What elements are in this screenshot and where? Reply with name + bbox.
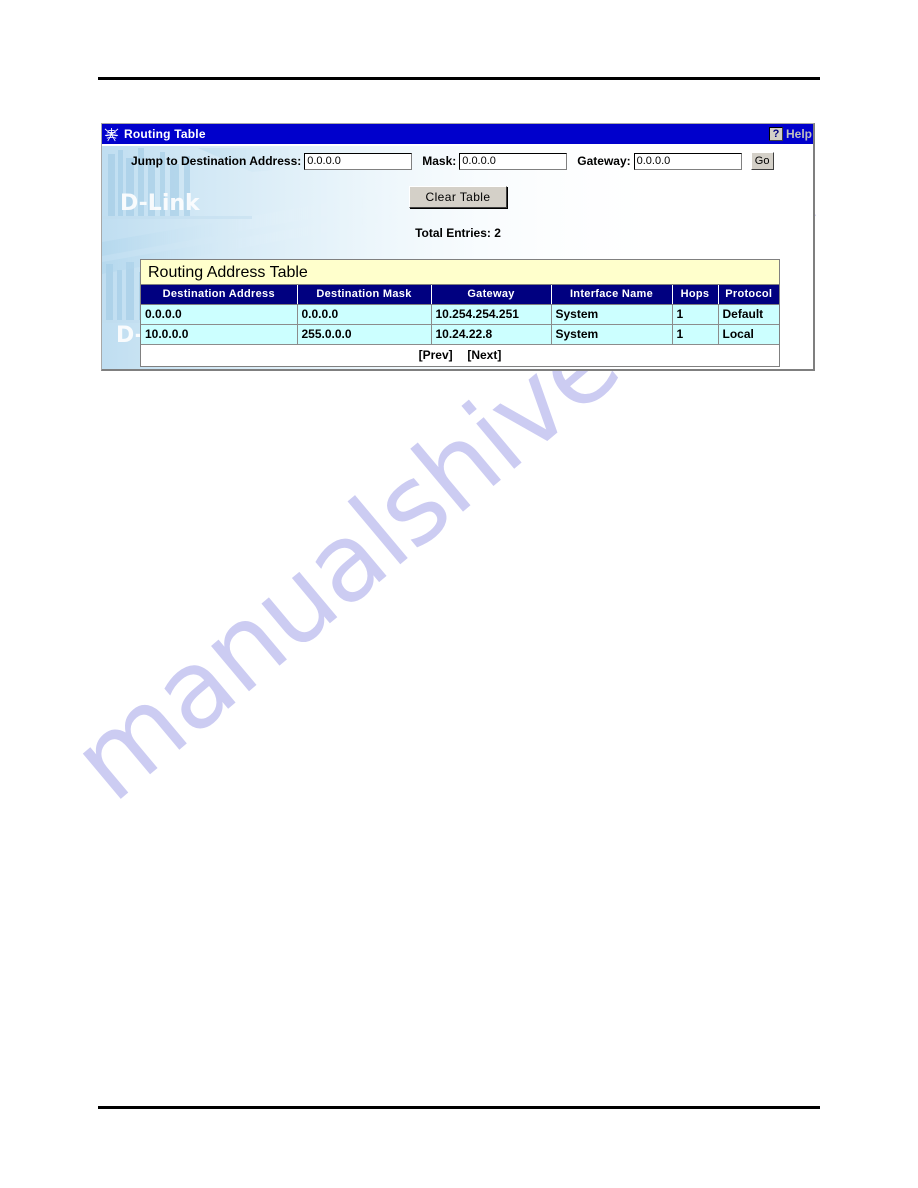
page-header-rule (98, 77, 820, 80)
routing-table-panel: D-Link D-Link Routing Table ? Help (101, 123, 815, 371)
column-header-destination-mask: Destination Mask (297, 285, 432, 305)
routing-table: Destination Address Destination Mask Gat… (141, 285, 779, 344)
jump-form-row: Jump to Destination Address: Mask: Gatew… (102, 148, 813, 174)
clear-table-row: Clear Table (102, 186, 813, 208)
cell-destination-address: 10.0.0.0 (141, 324, 298, 344)
panel-titlebar: Routing Table ? Help (102, 124, 813, 144)
cell-destination-mask: 255.0.0.0 (297, 324, 432, 344)
cell-destination-mask: 0.0.0.0 (297, 304, 432, 325)
gateway-input[interactable] (633, 152, 742, 170)
total-entries-label: Total Entries: 2 (415, 226, 501, 240)
page-footer-rule (98, 1106, 820, 1109)
clear-table-button[interactable]: Clear Table (409, 186, 507, 208)
panel-title: Routing Table (124, 127, 206, 141)
cell-interface-name: System (551, 304, 673, 325)
next-page-link[interactable]: [Next] (467, 348, 501, 362)
go-button[interactable]: Go (750, 152, 774, 170)
table-header-row: Destination Address Destination Mask Gat… (141, 285, 779, 305)
mask-input[interactable] (459, 152, 568, 170)
prev-page-link[interactable]: [Prev] (419, 348, 453, 362)
cell-hops: 1 (672, 304, 719, 325)
cell-protocol: Local (718, 324, 779, 344)
cell-gateway: 10.24.22.8 (431, 324, 552, 344)
help-button[interactable]: ? Help (768, 124, 812, 144)
column-header-destination-address: Destination Address (141, 285, 298, 305)
column-header-gateway: Gateway (431, 285, 552, 305)
mask-label: Mask: (422, 154, 457, 168)
question-mark-icon[interactable]: ? (768, 127, 783, 141)
destination-address-label: Jump to Destination Address: (131, 154, 302, 168)
cell-destination-address: 0.0.0.0 (141, 304, 298, 325)
cell-protocol: Default (718, 304, 779, 325)
cell-interface-name: System (551, 324, 673, 344)
column-header-interface-name: Interface Name (551, 285, 673, 305)
table-pager: [Prev] [Next] (141, 344, 779, 366)
destination-address-input[interactable] (304, 152, 413, 170)
table-row[interactable]: 0.0.0.0 0.0.0.0 10.254.254.251 System 1 … (141, 304, 779, 325)
routing-address-table-caption: Routing Address Table (141, 260, 779, 285)
column-header-hops: Hops (672, 285, 719, 305)
table-row[interactable]: 10.0.0.0 255.0.0.0 10.24.22.8 System 1 L… (141, 324, 779, 344)
spiderweb-icon (104, 126, 119, 142)
routing-address-table: Routing Address Table Destination Addres… (140, 259, 780, 367)
cell-gateway: 10.254.254.251 (431, 304, 552, 325)
gateway-label: Gateway: (577, 154, 631, 168)
cell-hops: 1 (672, 324, 719, 344)
help-label: Help (785, 127, 812, 141)
column-header-protocol: Protocol (718, 285, 779, 305)
